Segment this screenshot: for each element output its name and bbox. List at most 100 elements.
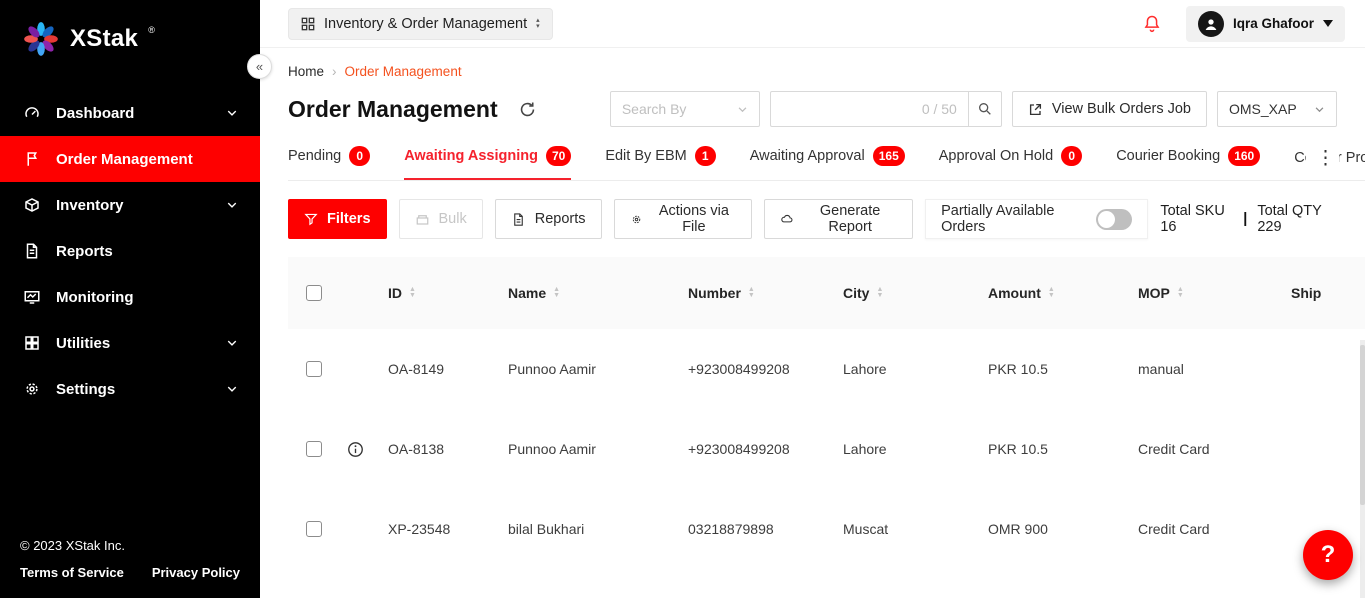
utilities-icon — [22, 333, 42, 353]
sidebar-item-settings[interactable]: Settings — [0, 366, 260, 412]
cell-id: OA-8138 — [388, 441, 508, 457]
sidebar-item-dashboard[interactable]: Dashboard — [0, 90, 260, 136]
tab-approval-on-hold[interactable]: Approval On Hold 0 — [939, 143, 1082, 180]
reports-button[interactable]: Reports — [495, 199, 602, 239]
breadcrumb-home-link[interactable]: Home — [288, 64, 324, 79]
logo-text: XStak — [70, 20, 138, 58]
copyright-text: © 2023 XStak Inc. — [20, 538, 240, 553]
terms-of-service-link[interactable]: Terms of Service — [20, 565, 124, 580]
tab-awaiting-approval[interactable]: Awaiting Approval 165 — [750, 143, 905, 180]
sidebar-nav: Dashboard Order Management Inventory — [0, 84, 260, 524]
oms-selected-value: OMS_XAP — [1229, 101, 1297, 117]
sidebar-item-order-management[interactable]: Order Management — [0, 136, 260, 182]
sidebar-item-inventory[interactable]: Inventory — [0, 182, 260, 228]
filters-button[interactable]: Filters — [288, 199, 387, 239]
actions-via-file-button[interactable]: Actions via File — [614, 199, 753, 239]
info-icon[interactable] — [346, 440, 365, 459]
count-badge: 0 — [1061, 146, 1082, 166]
partially-available-toggle[interactable] — [1096, 209, 1133, 230]
table-row[interactable]: OA-8149 Punnoo Aamir +923008499208 Lahor… — [288, 329, 1365, 409]
tab-edit-by-ebm[interactable]: Edit By EBM 1 — [605, 143, 715, 180]
total-qty: Total QTY 229 — [1257, 203, 1337, 235]
char-counter: 0 / 50 — [922, 101, 957, 117]
up-down-caret-icon: ▴▾ — [536, 18, 540, 30]
cell-number: +923008499208 — [688, 361, 843, 377]
chevron-down-icon — [226, 337, 238, 349]
breadcrumb-separator: › — [332, 64, 337, 79]
search-input[interactable]: 0 / 50 — [770, 91, 968, 127]
tab-pending[interactable]: Pending 0 — [288, 143, 370, 180]
count-badge: 70 — [546, 146, 571, 166]
oms-select[interactable]: OMS_XAP — [1217, 91, 1337, 127]
cell-name: Punnoo Aamir — [508, 441, 688, 457]
actions-gear-icon — [630, 212, 643, 227]
cell-mop: Credit Card — [1138, 441, 1291, 457]
logo-reg-mark: ® — [148, 20, 155, 40]
chevron-down-icon — [226, 107, 238, 119]
sidebar: XStak ® Dashboard Order Management — [0, 0, 260, 598]
sidebar-item-reports[interactable]: Reports — [0, 228, 260, 274]
cell-id: OA-8149 — [388, 361, 508, 377]
view-bulk-orders-job-button[interactable]: View Bulk Orders Job — [1012, 91, 1207, 127]
sidebar-item-monitoring[interactable]: Monitoring — [0, 274, 260, 320]
refresh-icon — [518, 100, 537, 119]
app-switcher[interactable]: Inventory & Order Management ▴▾ — [288, 8, 553, 40]
help-button[interactable]: ? — [1303, 530, 1353, 580]
app-root: XStak ® Dashboard Order Management — [0, 0, 1365, 598]
sidebar-item-label: Inventory — [56, 197, 124, 214]
tab-awaiting-assigning[interactable]: Awaiting Assigning 70 — [404, 143, 571, 180]
row-checkbox[interactable] — [306, 361, 322, 377]
report-file-icon — [511, 212, 526, 227]
sidebar-collapse-button[interactable]: « — [247, 54, 272, 79]
table-row[interactable]: OA-8138 Punnoo Aamir +923008499208 Lahor… — [288, 409, 1365, 489]
generate-report-button[interactable]: Generate Report — [764, 199, 913, 239]
scrollbar-thumb[interactable] — [1360, 345, 1365, 505]
logo: XStak ® — [0, 0, 260, 84]
count-badge: 165 — [873, 146, 905, 166]
search-by-select[interactable]: Search By — [610, 91, 760, 127]
breadcrumb-current: Order Management — [345, 64, 462, 79]
table-row[interactable]: XP-23548 bilal Bukhari 03218879898 Musca… — [288, 489, 1365, 569]
count-badge: 0 — [349, 146, 370, 166]
column-header-name[interactable]: Name ▲▼ — [508, 285, 688, 301]
sidebar-item-utilities[interactable]: Utilities — [0, 320, 260, 366]
reports-icon — [22, 241, 42, 261]
column-header-amount[interactable]: Amount ▲▼ — [988, 285, 1138, 301]
chevron-down-icon — [1314, 104, 1325, 115]
toolbar: Filters Bulk Reports Actions via File Ge… — [288, 199, 1365, 239]
select-all-checkbox[interactable] — [306, 285, 322, 301]
sidebar-item-label: Settings — [56, 381, 115, 398]
dashboard-icon — [22, 103, 42, 123]
cell-id: XP-23548 — [388, 521, 508, 537]
row-checkbox[interactable] — [306, 521, 322, 537]
tab-courier-booking[interactable]: Courier Booking 160 — [1116, 143, 1260, 180]
cell-city: Lahore — [843, 361, 988, 377]
sort-icon: ▲▼ — [876, 287, 883, 299]
content: Home › Order Management Order Management… — [260, 48, 1365, 598]
xstak-logo-icon — [22, 20, 60, 58]
bulk-stack-icon — [415, 212, 430, 227]
order-management-icon — [22, 149, 42, 169]
refresh-button[interactable] — [518, 100, 537, 119]
bulk-button[interactable]: Bulk — [399, 199, 483, 239]
cell-amount: PKR 10.5 — [988, 441, 1138, 457]
privacy-policy-link[interactable]: Privacy Policy — [152, 565, 240, 580]
notification-bell-icon[interactable] — [1142, 14, 1162, 34]
grid-icon — [301, 17, 315, 31]
column-header-mop[interactable]: MOP ▲▼ — [1138, 285, 1291, 301]
row-checkbox[interactable] — [306, 441, 322, 457]
collapse-chevrons-icon: « — [256, 59, 263, 74]
column-header-number[interactable]: Number ▲▼ — [688, 285, 843, 301]
partially-available-label: Partially Available Orders — [941, 203, 1082, 235]
more-tabs-icon[interactable]: ⋮ — [1306, 147, 1339, 176]
cell-city: Muscat — [843, 521, 988, 537]
chevron-down-icon — [226, 383, 238, 395]
sidebar-item-label: Utilities — [56, 335, 110, 352]
count-badge: 160 — [1228, 146, 1260, 166]
column-header-city[interactable]: City ▲▼ — [843, 285, 988, 301]
count-badge: 1 — [695, 146, 716, 166]
user-menu[interactable]: Iqra Ghafoor — [1186, 6, 1345, 42]
column-header-ship[interactable]: Ship — [1291, 285, 1365, 301]
column-header-id[interactable]: ID ▲▼ — [388, 285, 508, 301]
search-button[interactable] — [968, 91, 1002, 127]
